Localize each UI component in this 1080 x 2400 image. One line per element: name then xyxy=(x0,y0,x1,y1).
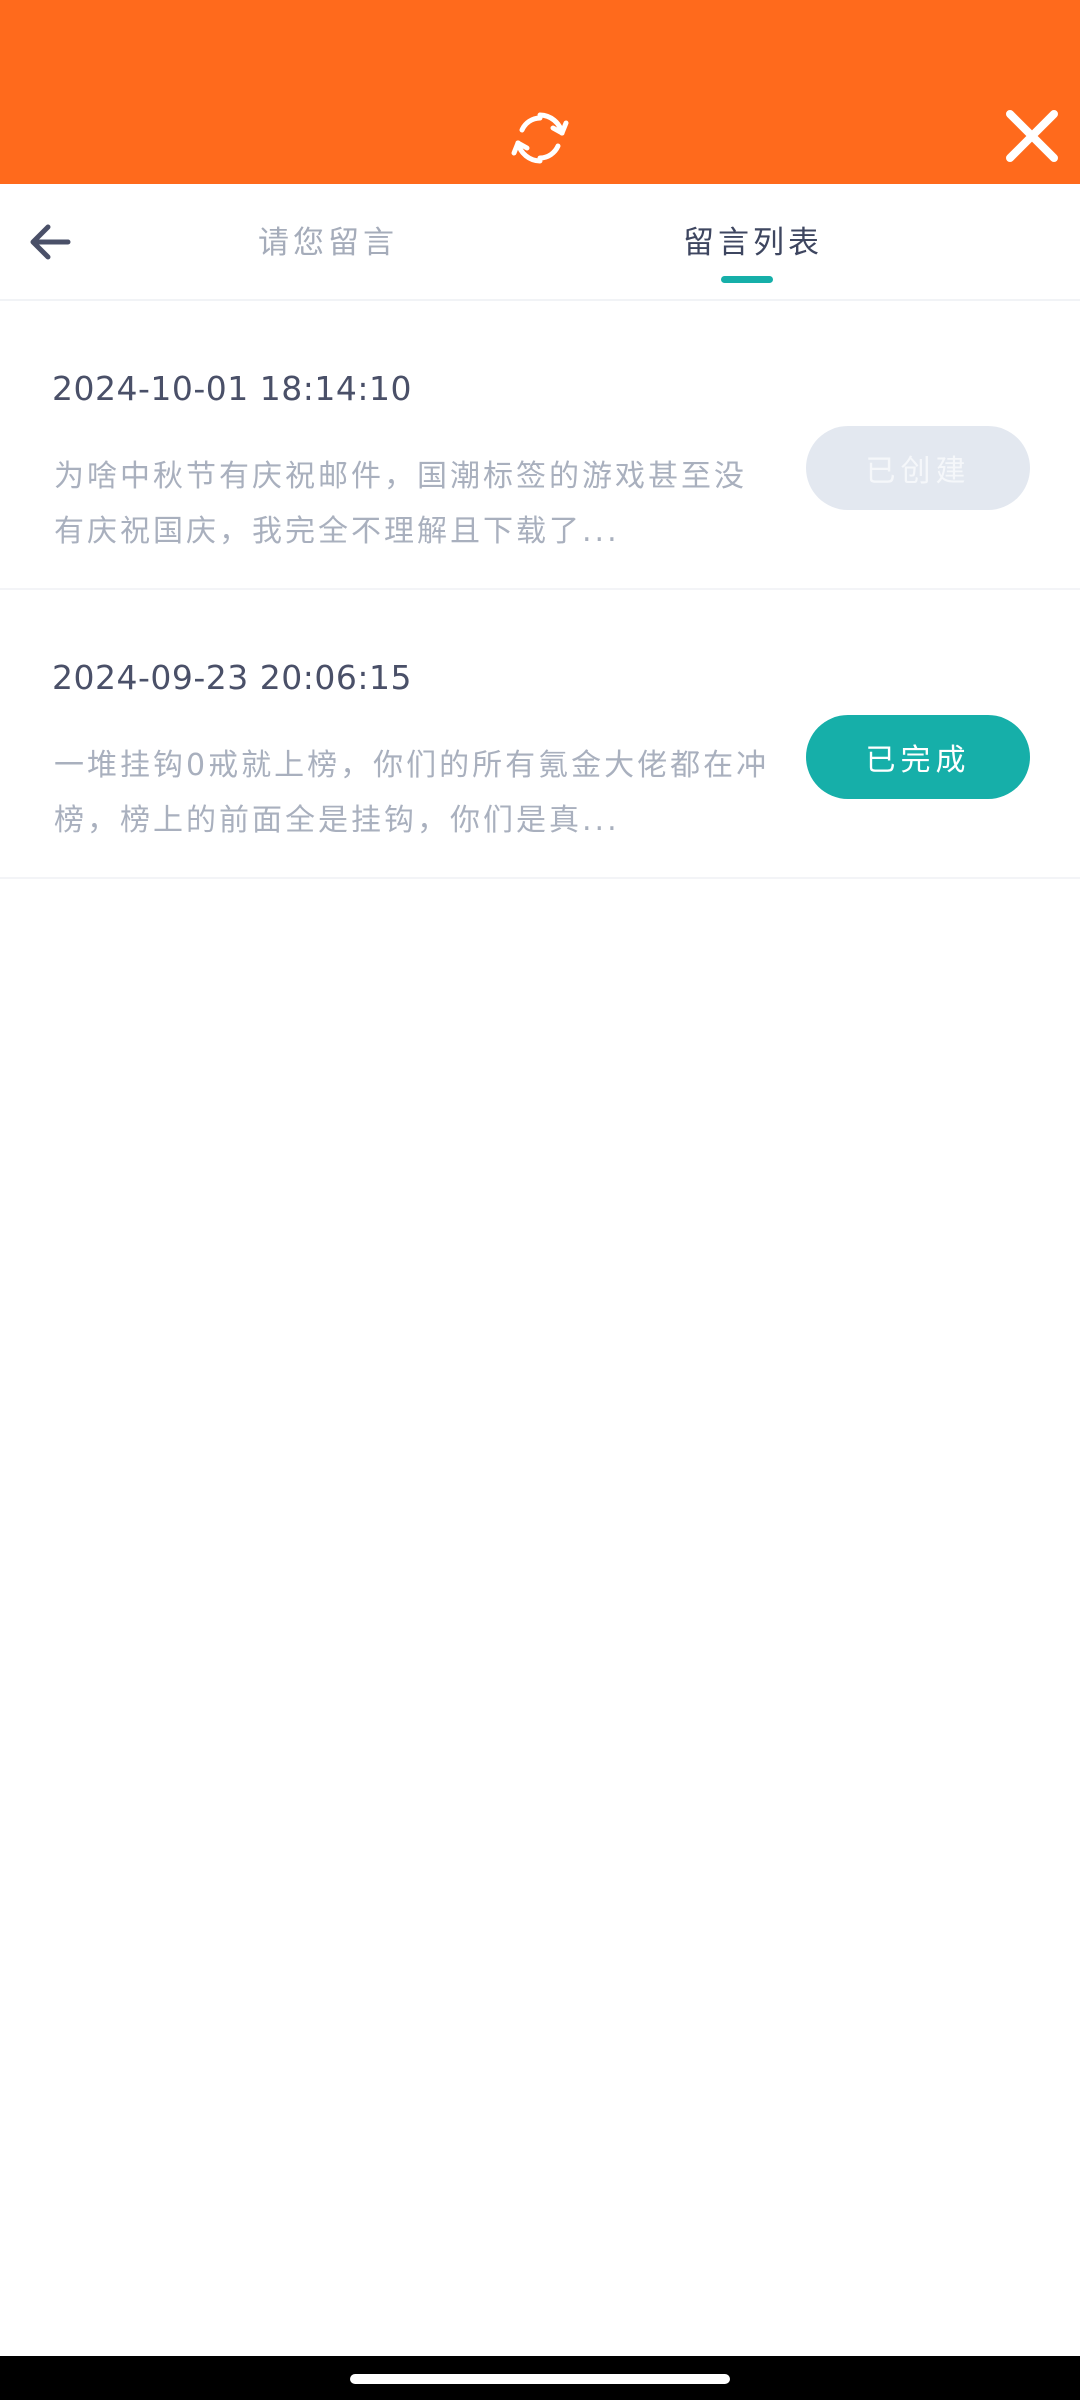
arrow-left-icon xyxy=(30,224,71,260)
message-time: 2024-09-23 20:06:15 xyxy=(52,658,412,697)
message-time: 2024-10-01 18:14:10 xyxy=(52,369,412,408)
status-badge[interactable]: 已创建 xyxy=(806,426,1030,510)
top-bar xyxy=(0,0,1080,184)
system-nav-bar xyxy=(0,2356,1080,2400)
status-badge[interactable]: 已完成 xyxy=(806,715,1030,799)
tab-leave-message[interactable]: 请您留言 xyxy=(258,218,398,268)
message-list: 2024-10-01 18:14:10 为啥中秋节有庆祝邮件，国潮标签的游戏甚至… xyxy=(0,301,1080,879)
message-text: 一堆挂钩0戒就上榜，你们的所有氪金大佬都在冲榜，榜上的前面全是挂钩，你们是真..… xyxy=(54,748,770,838)
tab-message-list[interactable]: 留言列表 xyxy=(683,218,823,268)
back-button[interactable] xyxy=(26,220,74,264)
refresh-icon xyxy=(511,112,569,164)
list-item[interactable]: 2024-10-01 18:14:10 为啥中秋节有庆祝邮件，国潮标签的游戏甚至… xyxy=(0,301,1080,590)
home-indicator[interactable] xyxy=(350,2374,730,2384)
refresh-button[interactable] xyxy=(508,106,572,170)
page: 请您留言 留言列表 2024-10-01 18:14:10 为啥中秋节有庆祝邮件… xyxy=(0,0,1080,2400)
tab-bar: 请您留言 留言列表 xyxy=(0,184,1080,301)
close-button[interactable] xyxy=(1002,106,1062,166)
list-item[interactable]: 2024-09-23 20:06:15 一堆挂钩0戒就上榜，你们的所有氪金大佬都… xyxy=(0,590,1080,879)
close-icon xyxy=(1006,110,1058,162)
message-text: 为啥中秋节有庆祝邮件，国潮标签的游戏甚至没有庆祝国庆，我完全不理解且下载了... xyxy=(54,459,747,549)
active-tab-indicator xyxy=(721,276,773,283)
